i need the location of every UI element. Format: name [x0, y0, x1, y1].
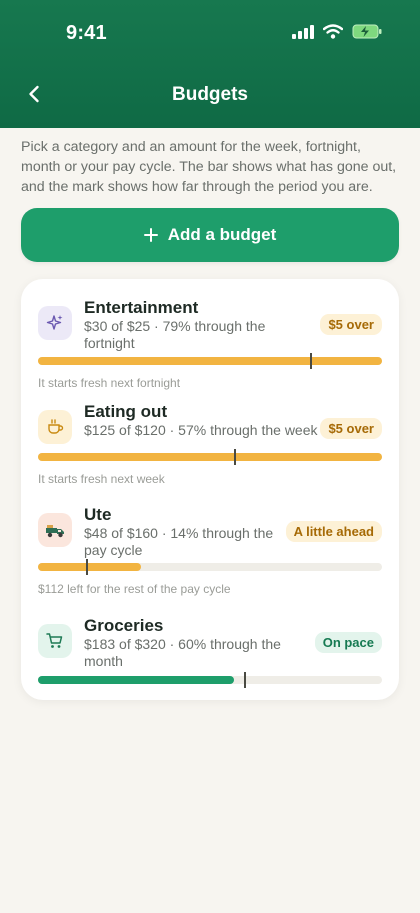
budget-name: Groceries — [84, 616, 164, 635]
budgets-card: Entertainment $30 of $25 · 79% through t… — [21, 279, 399, 700]
cellular-signal-icon — [292, 24, 314, 39]
budget-note: It starts fresh next fortnight — [38, 376, 181, 390]
plus-icon — [143, 228, 158, 242]
sparkles-icon — [38, 306, 72, 340]
status-badge: $5 over — [320, 418, 382, 439]
budget-note: It starts fresh next week — [38, 472, 165, 486]
progress-bar — [38, 672, 382, 688]
wifi-icon — [323, 24, 343, 39]
budget-note: $112 left for the rest of the pay cycle — [38, 582, 231, 596]
status-icons — [292, 24, 382, 39]
status-badge: $5 over — [320, 314, 382, 335]
add-budget-label: Add a budget — [167, 225, 277, 244]
budget-name: Eating out — [84, 402, 168, 421]
progress-bar — [38, 353, 382, 369]
budget-description: $30 of $25 · 79% through the fortnight — [84, 318, 266, 351]
budget-name: Entertainment — [84, 298, 199, 317]
period-mark — [244, 672, 247, 688]
add-budget-button[interactable]: Add a budget — [21, 208, 399, 262]
budget-description: $183 of $320 · 60% through the month — [84, 636, 281, 669]
progress-bar — [38, 559, 382, 575]
status-badge: On pace — [314, 632, 382, 653]
progress-fill — [38, 453, 382, 461]
progress-fill — [38, 676, 235, 684]
budget-description: $48 of $160 · 14% through the pay cycle — [84, 525, 274, 558]
shopping-cart-icon — [38, 624, 72, 658]
pickup-truck-icon — [38, 513, 72, 547]
period-mark — [234, 449, 237, 465]
budget-description: $125 of $120 · 57% through the week — [84, 422, 318, 438]
status-bar: 9:41 — [0, 0, 420, 66]
period-mark — [309, 353, 312, 369]
period-mark — [86, 559, 89, 575]
page-title: Budgets — [172, 84, 248, 105]
coffee-cup-icon — [38, 410, 72, 444]
intro-text: Pick a category and an amount for the we… — [21, 139, 397, 195]
app-header: 9:41 Budgets — [0, 0, 420, 128]
battery-charging-icon — [352, 24, 382, 39]
progress-fill — [38, 563, 142, 571]
progress-fill — [38, 357, 382, 365]
status-badge: A little ahead — [285, 521, 382, 542]
progress-bar — [38, 449, 382, 465]
budget-name: Ute — [84, 505, 112, 524]
status-time: 9:41 — [66, 22, 107, 44]
